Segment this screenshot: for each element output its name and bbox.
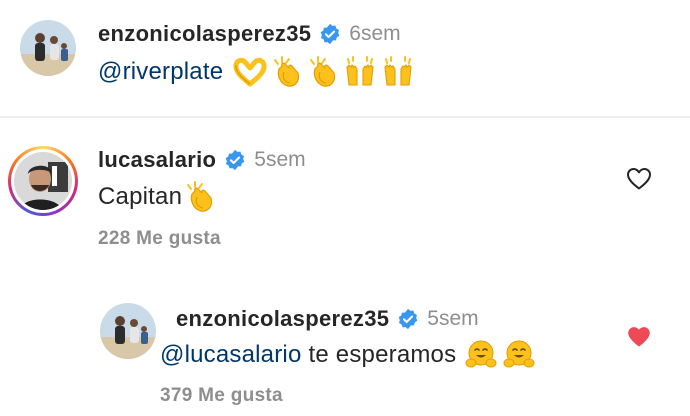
mention-link[interactable]: @riverplate [98, 58, 223, 86]
mention-link[interactable]: @lucasalario [160, 341, 302, 369]
comment-username[interactable]: lucasalario [98, 147, 216, 173]
story-ring-avatar[interactable] [8, 146, 78, 216]
comment-timestamp: 5sem [254, 148, 306, 171]
liked-heart-icon[interactable] [627, 326, 651, 348]
section-divider [0, 116, 690, 118]
clapping-hands-emoji-icon [307, 55, 339, 89]
like-heart-icon[interactable] [626, 167, 652, 191]
heart-hands-emoji-icon [233, 57, 267, 87]
comment-text: te esperamos [308, 341, 457, 368]
comment-timestamp: 6sem [349, 22, 401, 45]
hugging-face-emoji-icon [502, 339, 536, 371]
raising-hands-emoji-icon [381, 55, 415, 89]
like-count[interactable]: 379 Me gusta [160, 385, 283, 407]
verified-badge-icon [319, 23, 341, 45]
comment-username[interactable]: enzonicolasperez35 [98, 21, 311, 47]
clapping-hands-emoji-icon [271, 55, 303, 89]
raising-hands-emoji-icon [343, 55, 377, 89]
verified-badge-icon [397, 308, 419, 330]
comment-username[interactable]: enzonicolasperez35 [176, 306, 389, 332]
clapping-hands-emoji-icon [184, 180, 216, 214]
verified-badge-icon [224, 149, 246, 171]
comment-text: Capitan [98, 183, 183, 210]
like-count[interactable]: 228 Me gusta [98, 228, 221, 250]
hugging-face-emoji-icon [464, 339, 498, 371]
comment-timestamp: 5sem [427, 307, 479, 330]
avatar[interactable] [20, 20, 76, 76]
avatar[interactable] [100, 303, 156, 359]
